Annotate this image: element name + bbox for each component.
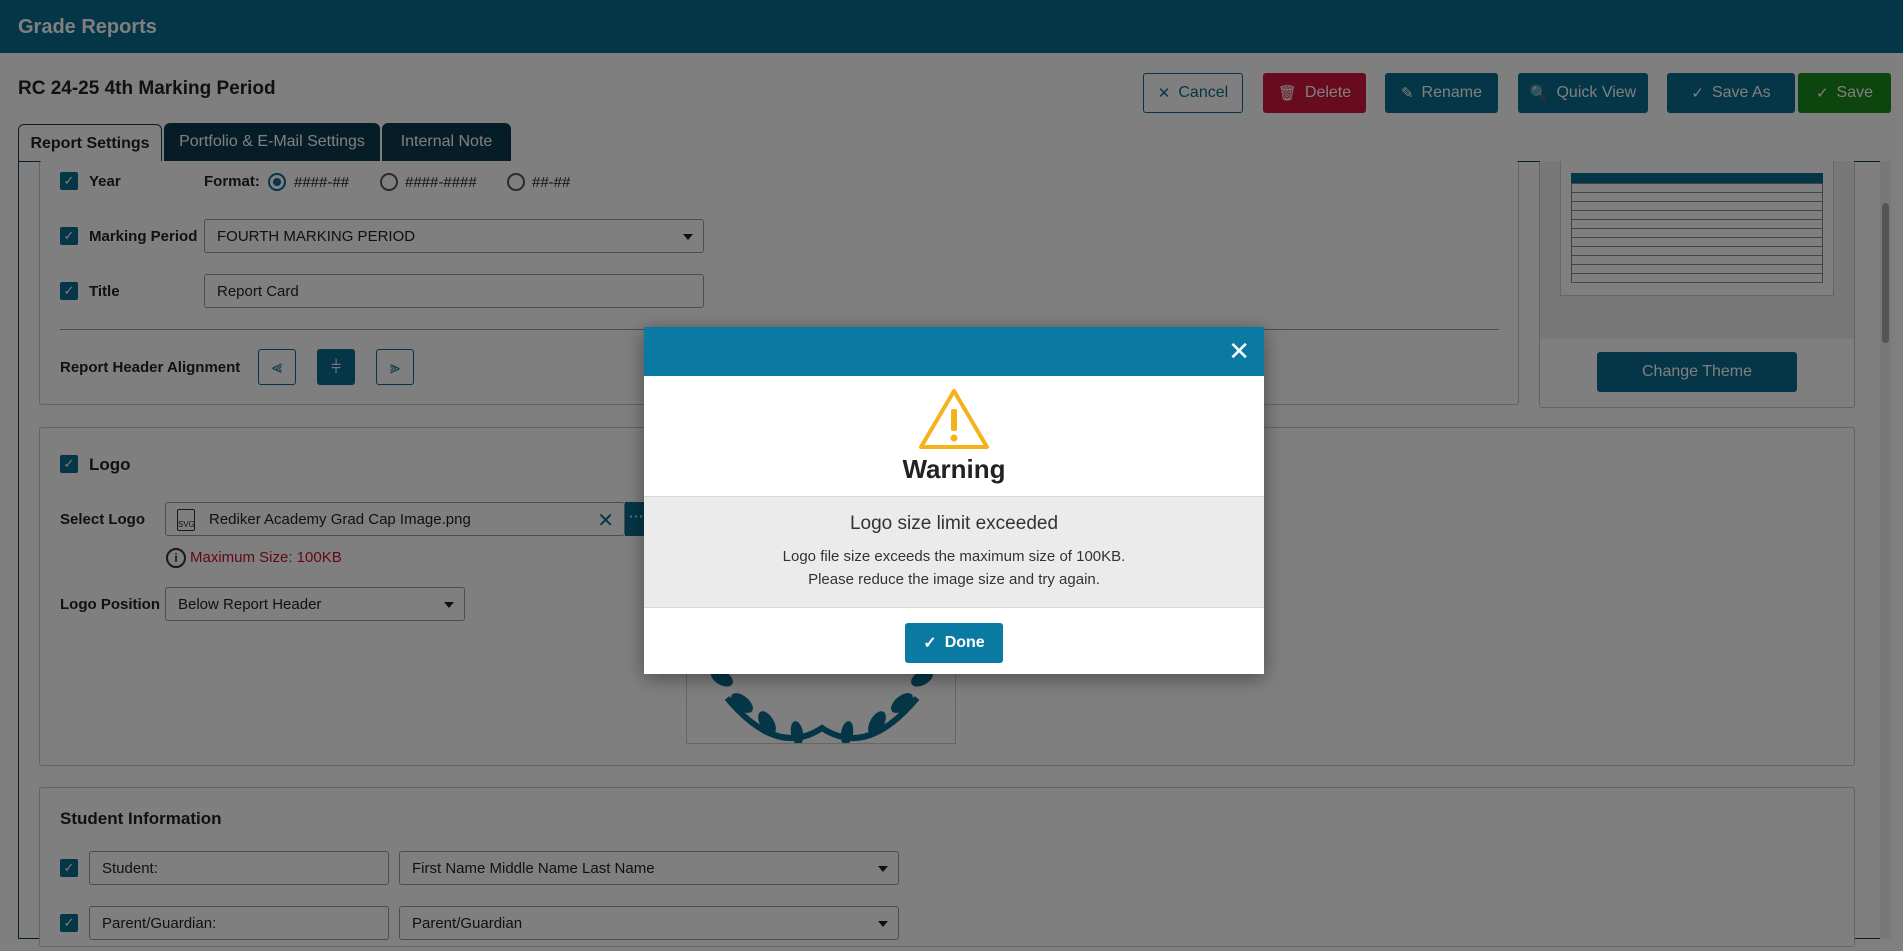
warning-icon: [919, 389, 989, 449]
dialog-title: Warning: [902, 454, 1006, 484]
done-button[interactable]: ✓ Done: [905, 623, 1003, 663]
dialog-message-area: Logo size limit exceeded Logo file size …: [644, 496, 1264, 608]
check-icon: ✓: [923, 635, 937, 652]
dialog-message-line-1: Logo file size exceeds the maximum size …: [782, 548, 1126, 565]
dialog-message-heading: Logo size limit exceeded: [849, 513, 1059, 534]
dialog-header: ✕: [644, 327, 1264, 376]
close-icon[interactable]: ✕: [1228, 338, 1250, 364]
done-label: Done: [944, 634, 985, 651]
dialog-message-line-2: Please reduce the image size and try aga…: [808, 571, 1100, 588]
warning-dialog: ✕ Warning Logo size limit exceeded Logo …: [644, 327, 1264, 674]
